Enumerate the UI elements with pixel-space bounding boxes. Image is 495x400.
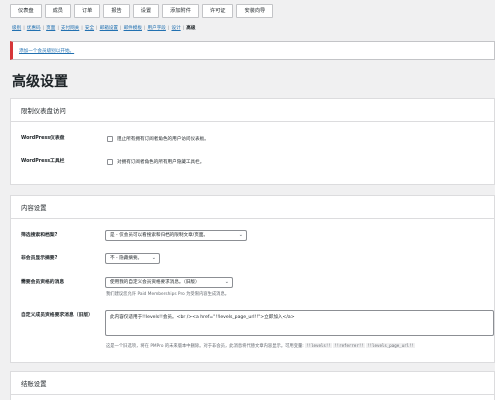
- panel-heading: 结账设置: [11, 372, 494, 395]
- setting-label: 非会员显示摘要?: [21, 256, 58, 261]
- variable-code: !!levels_page_url!!: [366, 343, 415, 348]
- tab-dashboard[interactable]: 仪表盘: [10, 4, 42, 18]
- subnav-email-settings[interactable]: 邮箱设置: [100, 25, 118, 31]
- checkout-settings-panel: 结账设置: [10, 371, 495, 400]
- panel-heading: 内容设置: [11, 196, 494, 219]
- select-value: 使用我的自定义会员资格要求消息。（旧版）: [110, 280, 200, 285]
- block-dashboard-checkbox[interactable]: [107, 136, 113, 142]
- setting-label: 自定义成员资格要求消息（旧版）: [21, 313, 93, 318]
- subnav-security[interactable]: 安全: [85, 25, 94, 31]
- tab-orders[interactable]: 订单: [73, 4, 101, 18]
- checkbox-label: 对拥有订阅者角色的所有用户隐藏工具栏。: [117, 160, 205, 165]
- subnav-discount-codes[interactable]: 优惠码: [27, 25, 41, 31]
- dashboard-access-panel: 限制仪表盘访问 WordPress仪表盘 阻止所有拥有订阅者角色的用户访问仪表板…: [10, 98, 495, 185]
- chevron-down-icon: ⌄: [151, 255, 156, 261]
- subnav-payment-gateway[interactable]: 支付网关: [61, 25, 79, 31]
- help-prefix: 这是一个旧选项，将在 PMPro 的未来版本中删除。对于非会员，此消息将代替文章…: [106, 344, 304, 349]
- tab-members[interactable]: 成员: [44, 4, 71, 18]
- subnav-email-templates[interactable]: 邮件模板: [124, 25, 142, 31]
- setting-label: 需要会员资格的消息: [21, 280, 65, 285]
- setting-label: 筛选搜索和档案?: [21, 233, 58, 238]
- add-level-link[interactable]: 添加一个会员级别以开始。: [19, 48, 74, 54]
- content-settings-panel: 内容设置 筛选搜索和档案? 是 - 仅会员可以看搜索和归档的限制文章/页面。 ⌄…: [10, 195, 495, 363]
- subnav-advanced[interactable]: 高级: [186, 25, 195, 31]
- tab-add-ons[interactable]: 添加附件: [162, 4, 199, 18]
- help-text: 我们建议您允许 Paid Memberships Pro 为受限内容生成消息。: [106, 292, 230, 297]
- chevron-down-icon: ⌄: [224, 279, 229, 285]
- subnav-pages[interactable]: 页面: [46, 25, 55, 31]
- checkbox-label: 阻止所有拥有订阅者角色的用户访问仪表板。: [117, 137, 209, 142]
- tab-reports[interactable]: 报告: [103, 4, 130, 18]
- chevron-down-icon: ⌄: [238, 232, 243, 238]
- panel-heading: 限制仪表盘访问: [11, 99, 494, 122]
- page-title: 高级设置: [12, 74, 68, 90]
- hide-toolbar-checkbox[interactable]: [107, 159, 113, 165]
- subnav-levels[interactable]: 级别: [12, 25, 21, 31]
- show-excerpts-select[interactable]: 不 - 隐藏摘要。 ⌄: [105, 253, 160, 264]
- settings-subnav: 级别 | 优惠码 | 页面 | 支付网关 | 安全 | 邮箱设置 | 邮件模板 | 用户字段 |…: [12, 25, 196, 32]
- help-text: 这是一个旧选项，将在 PMPro 的未来版本中删除。对于非会员，此消息将代替文章…: [106, 343, 415, 349]
- tab-license[interactable]: 许可证: [201, 4, 234, 18]
- require-message-select[interactable]: 使用我的自定义会员资格要求消息。（旧版） ⌄: [105, 277, 233, 288]
- variable-code: !!levels!!: [305, 343, 332, 348]
- variable-code: !!referrer!!: [333, 343, 365, 348]
- setting-label: WordPress工具栏: [21, 159, 65, 164]
- filter-searches-select[interactable]: 是 - 仅会员可以看搜索和归档的限制文章/页面。 ⌄: [105, 230, 247, 241]
- main-nav-tabs: 仪表盘 成员 订单 报告 设置 添加附件 许可证 安装向导: [0, 0, 495, 18]
- select-value: 是 - 仅会员可以看搜索和归档的限制文章/页面。: [110, 233, 209, 238]
- admin-notice: 添加一个会员级别以开始。: [10, 41, 495, 60]
- subnav-design[interactable]: 设计: [171, 25, 180, 31]
- select-value: 不 - 隐藏摘要。: [110, 256, 143, 261]
- custom-message-textarea[interactable]: 此内容仅适用于!!levels!!会员。<br /><a href="!!lev…: [105, 310, 494, 336]
- tab-setup-wizard[interactable]: 安装向导: [236, 4, 274, 18]
- subnav-user-fields[interactable]: 用户字段: [148, 25, 166, 31]
- setting-label: WordPress仪表盘: [21, 136, 65, 141]
- tab-settings[interactable]: 设置: [132, 4, 160, 18]
